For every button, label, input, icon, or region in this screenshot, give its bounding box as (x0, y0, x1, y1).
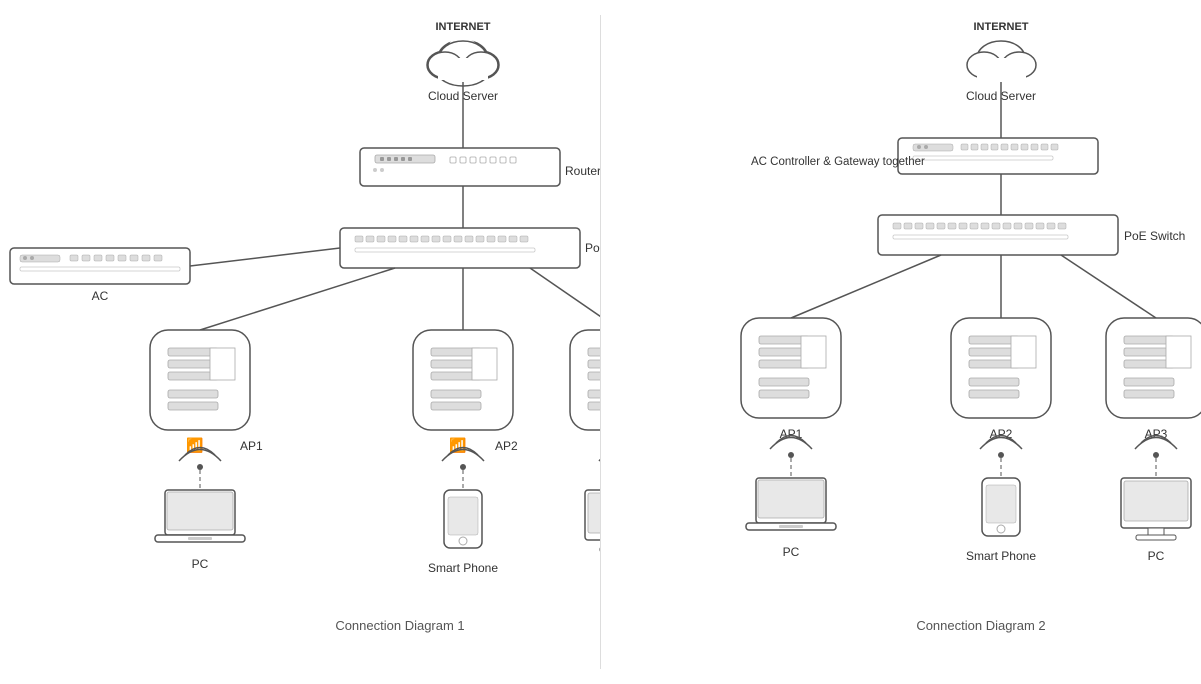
diagram2-title: Connection Diagram 2 (916, 618, 1045, 633)
pc2-2: PC (1121, 478, 1191, 563)
ap3-2: AP3 (1106, 318, 1201, 441)
internet-label-2: INTERNET (974, 21, 1029, 33)
ac-controller-2: AC Controller & Gateway together (751, 138, 1098, 174)
switch-ap3-line-1 (530, 268, 600, 330)
pc2-label-2: PC (1148, 549, 1165, 563)
pc2-1: PC (585, 490, 600, 575)
switch-ap1-line-1 (200, 268, 395, 330)
ap2-label-1: AP2 (495, 439, 518, 453)
diagram1: INTERNET Cloud Server (0, 0, 600, 684)
smartphone-1: Smart Phone (428, 490, 498, 575)
ap3-signal-1 (599, 448, 600, 471)
smartphone-label-2: Smart Phone (966, 549, 1036, 563)
diagram2: INTERNET Cloud Server (601, 0, 1201, 684)
poe-switch-2: PoE Switch (878, 215, 1185, 255)
poe-switch-label-2: PoE Switch (1124, 229, 1185, 243)
ap1-2: AP1 (741, 318, 841, 441)
poe-switch-1: PoE Switch (340, 228, 600, 268)
ac-label-1: AC (92, 289, 109, 303)
ap2-1: 📶 AP2 (413, 330, 518, 454)
diagrams-container: INTERNET Cloud Server (0, 0, 1201, 684)
router-label-1: Router (565, 164, 600, 178)
switch2-ap1-line (791, 255, 941, 318)
ac-switch-1: AC (10, 248, 190, 303)
ap1-label-1: AP1 (240, 439, 263, 453)
poe-switch-label-1: PoE Switch (585, 241, 600, 255)
ap2-2: AP2 (951, 318, 1051, 441)
pc1-label-2: PC (783, 545, 800, 559)
router-1: Router (360, 148, 600, 186)
ac-switch-line-1 (190, 248, 340, 266)
diagram1-title: Connection Diagram 1 (335, 618, 464, 633)
pc1-1: PC (155, 490, 245, 571)
ac-gateway-label-2: AC Controller & Gateway together (751, 156, 925, 168)
smartphone-2: Smart Phone (966, 478, 1036, 563)
switch2-ap3-line (1061, 255, 1156, 318)
ap1-1: 📶 AP1 (150, 330, 263, 454)
smartphone-label-1: Smart Phone (428, 561, 498, 575)
ap3-1: 📶 AP3 (570, 330, 600, 454)
internet-label-1: INTERNET (436, 21, 491, 33)
pc1-label-1: PC (192, 557, 209, 571)
pc1-2: PC (746, 478, 836, 559)
